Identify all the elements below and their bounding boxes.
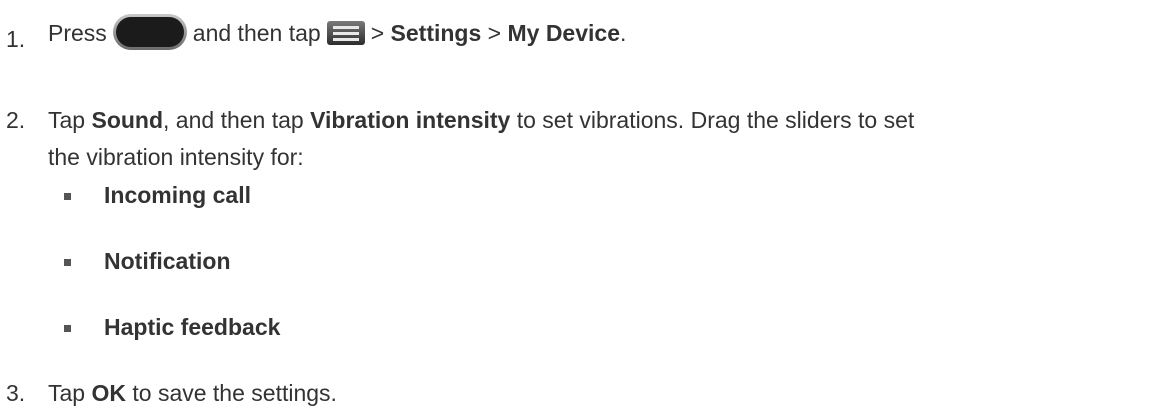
step-1: 1. Press and then tap > Settings > My Devi… — [0, 14, 1174, 56]
bullet-marker — [64, 193, 71, 200]
step-1-text: Press and then tap > Settings > My Device. — [48, 14, 627, 50]
tap-text: Tap — [48, 380, 86, 406]
press-text: Press — [48, 20, 107, 47]
bullet-marker — [64, 325, 71, 332]
step-number: 3. — [6, 380, 26, 406]
step-3-text: Tap OK to save the settings. — [48, 380, 337, 407]
step-2-line-1: Tap Sound, and then tap Vibration intens… — [48, 107, 914, 134]
step-number: 1. — [6, 26, 26, 52]
step-2-line-2: the vibration intensity for: — [48, 144, 304, 170]
and-then-tap-text: and then tap — [192, 20, 321, 47]
bullet-label: Haptic feedback — [104, 314, 281, 340]
and-then-tap-text: , and then tap — [163, 107, 304, 133]
home-key-icon — [112, 14, 187, 50]
vibration-intensity-label: Vibration intensity — [310, 107, 511, 133]
bullet-label: Notification — [104, 248, 231, 274]
period: . — [620, 20, 627, 47]
instruction-text: to save the settings. — [132, 380, 337, 406]
step-number: 2. — [6, 107, 26, 133]
step-3: 3. Tap OK to save the settings. — [0, 380, 1174, 410]
tap-text: Tap — [48, 107, 86, 133]
menu-icon — [326, 21, 365, 45]
instruction-text: to set vibrations. Drag the sliders to s… — [516, 107, 915, 133]
settings-label: Settings — [390, 20, 482, 47]
bullet-marker — [64, 259, 71, 266]
step-2: 2. Tap Sound, and then tap Vibration int… — [0, 107, 1174, 177]
sound-label: Sound — [91, 107, 164, 133]
separator: > — [487, 20, 502, 47]
ok-label: OK — [91, 380, 126, 406]
my-device-label: My Device — [507, 20, 620, 47]
separator: > — [370, 20, 385, 47]
bullet-label: Incoming call — [104, 182, 251, 208]
